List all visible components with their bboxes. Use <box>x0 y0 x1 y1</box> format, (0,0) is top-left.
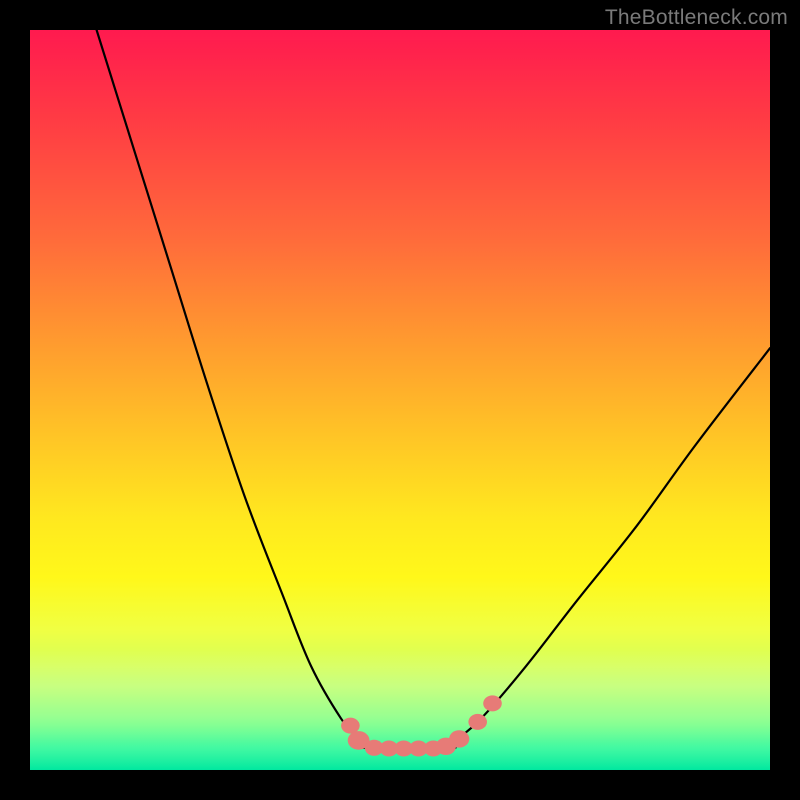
marker-layer <box>341 695 502 756</box>
bottom-haze <box>30 650 770 770</box>
marker-dot <box>424 741 443 757</box>
plot-area <box>30 30 770 770</box>
left-branch-line <box>97 30 360 740</box>
curve-layer <box>97 30 770 748</box>
marker-dot <box>468 714 487 730</box>
marker-dot <box>365 740 384 756</box>
marker-dot <box>436 738 456 755</box>
chart-svg <box>30 30 770 770</box>
marker-dot <box>483 695 502 711</box>
marker-dot <box>380 741 399 757</box>
marker-dot <box>449 730 469 747</box>
marker-dot <box>409 741 428 757</box>
marker-dot <box>348 731 370 750</box>
marker-dot <box>341 718 360 734</box>
watermark-text: TheBottleneck.com <box>605 6 788 30</box>
chart-frame: TheBottleneck.com <box>0 0 800 800</box>
marker-dot <box>394 741 413 757</box>
right-branch-line <box>456 348 771 740</box>
